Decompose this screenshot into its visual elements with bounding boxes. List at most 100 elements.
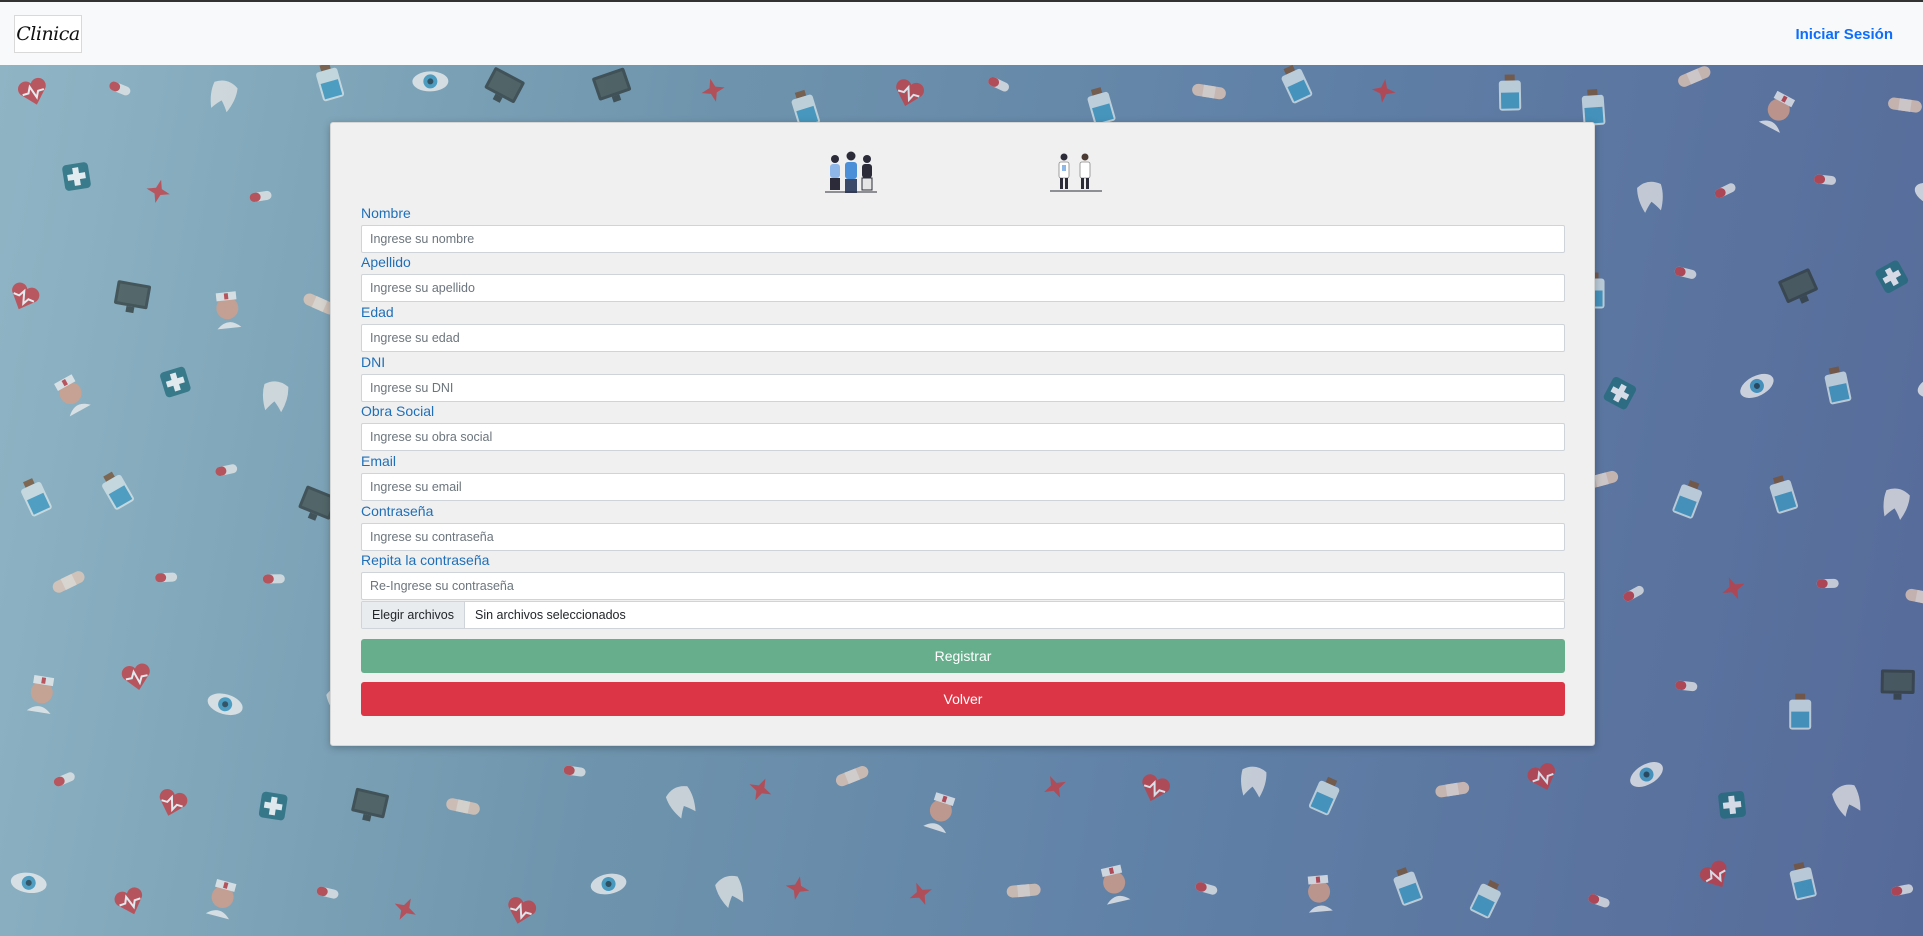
eye-pattern-icon: [1917, 375, 1923, 398]
bottle-pattern-icon: [1581, 89, 1606, 126]
pill-pattern-icon: [1675, 680, 1698, 692]
heart-pattern-icon: [1527, 763, 1556, 790]
pill-pattern-icon: [109, 81, 131, 96]
bandage-pattern-icon: [1192, 83, 1226, 100]
bandage-pattern-icon: [1435, 781, 1470, 798]
bandage-pattern-icon: [52, 571, 85, 593]
bottle-pattern-icon: [1281, 65, 1313, 104]
cross-pattern-icon: [160, 366, 191, 398]
cross-pattern-icon: [258, 791, 288, 821]
bottle-pattern-icon: [1308, 776, 1340, 816]
star-pattern-icon: [749, 778, 772, 801]
star-pattern-icon: [146, 179, 170, 203]
heart-pattern-icon: [1699, 860, 1727, 888]
pill-pattern-icon: [262, 574, 285, 584]
pill-pattern-icon: [1588, 894, 1610, 908]
pill-pattern-icon: [1816, 578, 1839, 589]
repeat-password-input[interactable]: [361, 572, 1565, 600]
pill-pattern-icon: [1195, 882, 1218, 895]
nurse-pattern-icon: [215, 291, 242, 330]
nurse-pattern-icon: [1307, 874, 1333, 913]
nurse-pattern-icon: [1100, 864, 1131, 905]
label-apellido: Apellido: [361, 254, 411, 270]
cross-pattern-icon: [1603, 376, 1637, 410]
nurse-pattern-icon: [54, 374, 91, 417]
star-pattern-icon: [394, 898, 416, 920]
label-dni: DNI: [361, 354, 386, 370]
heart-pattern-icon: [159, 789, 188, 816]
nombre-input[interactable]: [361, 225, 1565, 253]
cross-pattern-icon: [62, 162, 91, 191]
file-status-text: Sin archivos seleccionados: [474, 608, 626, 622]
eye-pattern-icon: [10, 872, 47, 894]
bandage-pattern-icon: [1006, 883, 1041, 898]
logo-text: Clinica: [16, 23, 80, 45]
back-button[interactable]: Volver: [361, 682, 1565, 716]
edad-input[interactable]: [361, 324, 1565, 352]
nurse-pattern-icon: [923, 792, 956, 834]
login-link[interactable]: Iniciar Sesión: [1795, 26, 1893, 43]
monitor-pattern-icon: [1778, 268, 1818, 304]
bottle-pattern-icon: [102, 471, 134, 510]
choose-files-button[interactable]: Elegir archivos: [362, 602, 465, 628]
tooth-pattern-icon: [665, 786, 696, 819]
nurse-pattern-icon: [26, 675, 55, 715]
star-pattern-icon: [1371, 79, 1396, 103]
eye-pattern-icon: [590, 873, 627, 895]
heart-pattern-icon: [18, 77, 46, 105]
bandage-pattern-icon: [1678, 66, 1711, 87]
pill-pattern-icon: [316, 886, 339, 899]
bottle-pattern-icon: [1769, 475, 1799, 514]
bottle-pattern-icon: [1672, 480, 1702, 519]
cross-pattern-icon: [1875, 260, 1909, 293]
register-button[interactable]: Registrar: [361, 639, 1565, 673]
star-pattern-icon: [909, 882, 932, 905]
eye-pattern-icon: [1740, 373, 1774, 399]
heart-pattern-icon: [12, 282, 40, 310]
pill-pattern-icon: [1714, 183, 1736, 199]
bottle-pattern-icon: [21, 478, 52, 517]
label-email: Email: [361, 453, 397, 469]
heart-pattern-icon: [121, 663, 150, 691]
navbar: Clinica Iniciar Sesión: [0, 0, 1923, 65]
obra-social-input[interactable]: [361, 423, 1565, 451]
bandage-pattern-icon: [1905, 588, 1923, 606]
bandage-pattern-icon: [446, 798, 480, 815]
monitor-pattern-icon: [351, 787, 389, 822]
eye-pattern-icon: [412, 71, 449, 92]
doctors-illustration-icon: [1050, 153, 1102, 192]
label-contrasena: Contraseña: [361, 503, 434, 519]
label-edad: Edad: [361, 304, 394, 320]
pill-pattern-icon: [53, 772, 75, 787]
eye-pattern-icon: [207, 693, 243, 716]
bottle-pattern-icon: [1498, 74, 1522, 111]
apellido-input[interactable]: [361, 274, 1565, 302]
pill-pattern-icon: [1674, 266, 1697, 279]
bandage-pattern-icon: [1888, 97, 1922, 113]
bottle-pattern-icon: [316, 65, 345, 102]
password-input[interactable]: [361, 523, 1565, 551]
register-card: Nombre Apellido Edad DNI Obra Social Ema…: [330, 122, 1595, 746]
bottle-pattern-icon: [1824, 366, 1852, 405]
monitor-pattern-icon: [114, 280, 152, 314]
nurse-pattern-icon: [205, 878, 237, 920]
pill-pattern-icon: [1814, 174, 1837, 185]
label-obra-social: Obra Social: [361, 403, 435, 419]
pill-pattern-icon: [215, 464, 238, 476]
tooth-pattern-icon: [715, 875, 744, 908]
file-input[interactable]: Elegir archivos Sin archivos seleccionad…: [361, 601, 1565, 629]
bottle-pattern-icon: [1789, 693, 1812, 730]
tooth-pattern-icon: [1883, 488, 1910, 520]
star-pattern-icon: [701, 78, 725, 102]
monitor-pattern-icon: [484, 67, 525, 103]
star-pattern-icon: [1044, 775, 1066, 798]
bottle-pattern-icon: [1469, 879, 1501, 919]
email-input[interactable]: [361, 473, 1565, 501]
monitor-pattern-icon: [1880, 669, 1915, 700]
clinic-logo[interactable]: Clinica: [14, 15, 82, 53]
tooth-pattern-icon: [1832, 784, 1861, 817]
tooth-pattern-icon: [210, 80, 238, 113]
label-nombre: Nombre: [361, 205, 411, 221]
dni-input[interactable]: [361, 374, 1565, 402]
star-pattern-icon: [785, 876, 810, 900]
